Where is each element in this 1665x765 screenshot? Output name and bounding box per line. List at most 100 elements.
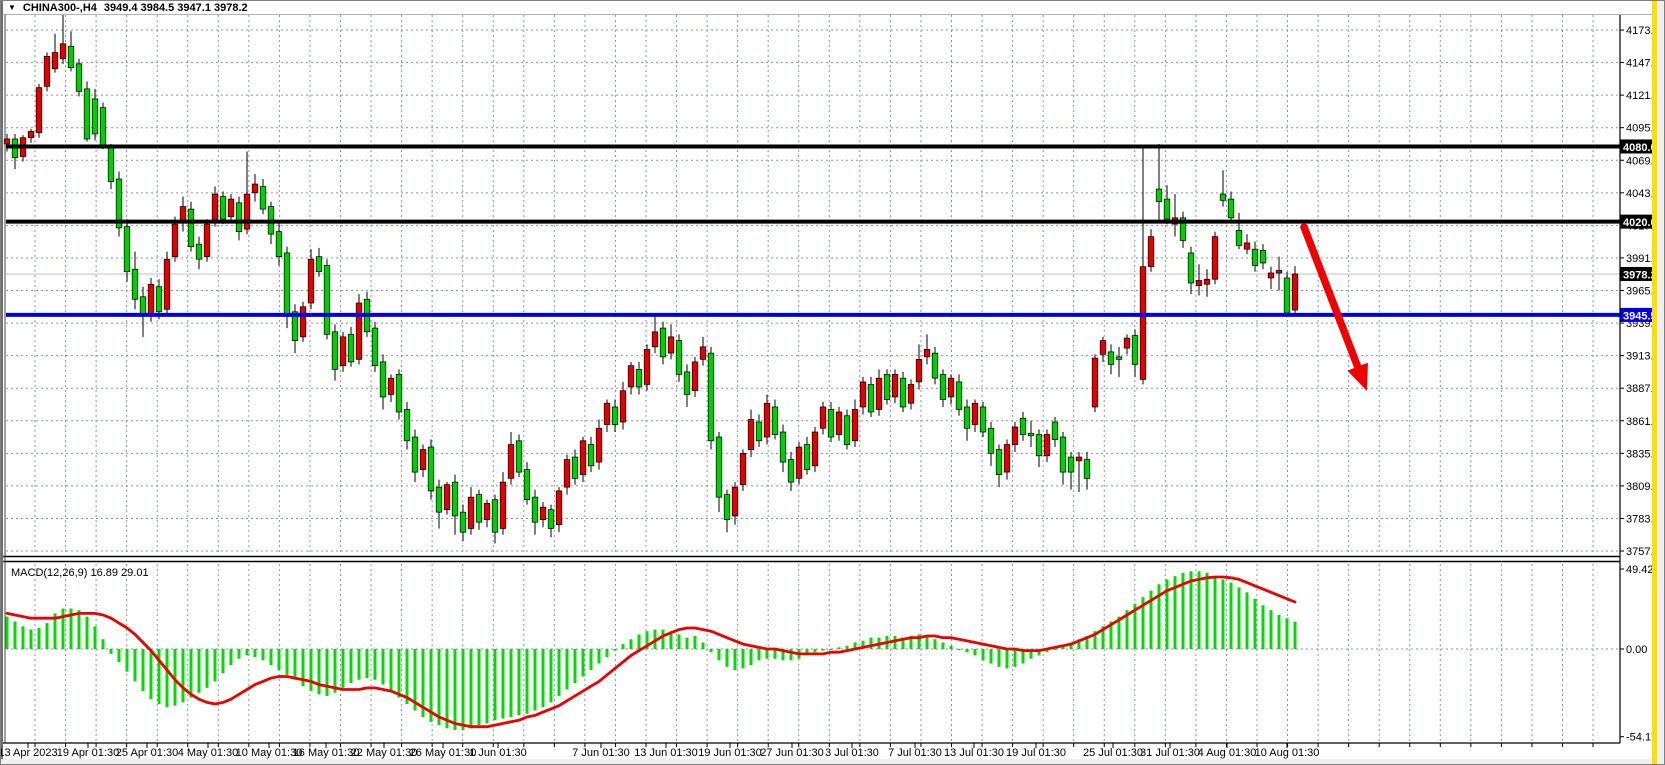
candle [980,402,986,437]
macd-bar [830,649,833,650]
macd-bar [534,649,537,711]
candle [124,219,130,282]
candle [1044,430,1050,463]
time-axis-label: 19 Jun 01:30 [698,747,762,759]
horizontal-lines[interactable] [6,146,1620,314]
macd-bar [182,649,185,702]
macd-bar [694,636,697,649]
candle [356,294,362,364]
candle [908,379,914,409]
macd-bar [750,649,753,665]
macd-bar [926,636,929,649]
candle [844,409,850,449]
macd-bar [206,649,209,688]
candle [116,172,122,237]
candle [44,53,50,92]
macd-bar [734,649,737,670]
macd-bar [110,649,113,654]
candle [764,394,770,444]
macd-bar [382,649,385,685]
candle [468,487,474,535]
candle [228,194,234,222]
right-gutter [1657,1,1665,765]
candle [236,197,242,241]
macd-bar [230,649,233,665]
macd-bar [494,649,497,720]
candle [1180,212,1186,248]
candle [452,475,458,535]
candle [372,322,378,372]
candle [1116,347,1122,377]
macd-bar [238,649,241,659]
candle [1084,452,1090,490]
trend-arrow[interactable] [1304,227,1368,391]
candle [1036,430,1042,468]
macd-bar [166,649,169,707]
candle [644,344,650,390]
macd-bar [974,649,977,655]
candle [460,505,466,541]
candle [796,442,802,485]
candle [572,450,578,485]
candle [92,89,98,140]
macd-bar [270,649,273,665]
candle [1004,440,1010,480]
candle [508,432,514,485]
time-axis-label: 10 Aug 01:30 [1255,747,1320,759]
macd-bar [22,626,25,649]
macd-bar [326,649,329,696]
macd-bar [590,649,593,670]
candle [956,374,962,415]
time-axis-label: 4 May 01:30 [178,747,239,759]
macd-bar [62,609,65,649]
candle [948,374,954,404]
macd-bar [566,649,569,689]
chart-canvas[interactable]: 4173.04147.04121.04095.04069.04043.04017… [1,1,1665,765]
macd-bar [214,649,217,681]
candle [588,437,594,472]
time-axis-label: 25 Apr 01:30 [116,747,178,759]
candle [636,362,642,395]
macd-bar [846,646,849,649]
candle [820,402,826,435]
candle [428,440,434,500]
macd-bar [574,649,577,683]
candle [412,430,418,483]
chart-header: ▼ CHINA300-,H4 3949.4 3984.5 3947.1 3978… [8,2,248,14]
candles [4,15,1298,544]
macd-bar [942,643,945,649]
macd-bar [374,649,377,680]
candle [612,399,618,432]
candle [1236,213,1242,249]
macd-bar [102,639,105,649]
macd-bar [822,649,825,651]
macd-bar [702,643,705,649]
macd-bar [134,649,137,681]
macd-bar [86,617,89,649]
candle [548,505,554,538]
candle [852,399,858,447]
candle [812,427,818,472]
macd-bar [262,649,265,660]
macd-bar [1278,615,1281,649]
macd-bar [342,649,345,688]
axes: 4173.04147.04121.04095.04069.04043.04017… [1,15,1660,760]
candle [516,435,522,478]
macd-bar [814,649,817,652]
macd-bar [950,646,953,649]
candle [828,402,834,442]
symbol-dropdown-icon[interactable]: ▼ [8,3,16,12]
macd-bar [6,617,9,649]
macd-bar [998,649,1001,667]
candle [1268,267,1274,290]
candle [788,452,794,491]
macd-bar [502,649,505,719]
arrow-head-icon [1347,363,1368,391]
time-axis-label: 16 May 01:30 [293,747,360,759]
candle [276,222,282,266]
macd-bar [1238,587,1241,649]
candle [1068,452,1074,490]
candle [132,252,138,310]
symbol-period-label: CHINA300-,H4 [23,2,97,14]
macd-bar [526,649,529,714]
